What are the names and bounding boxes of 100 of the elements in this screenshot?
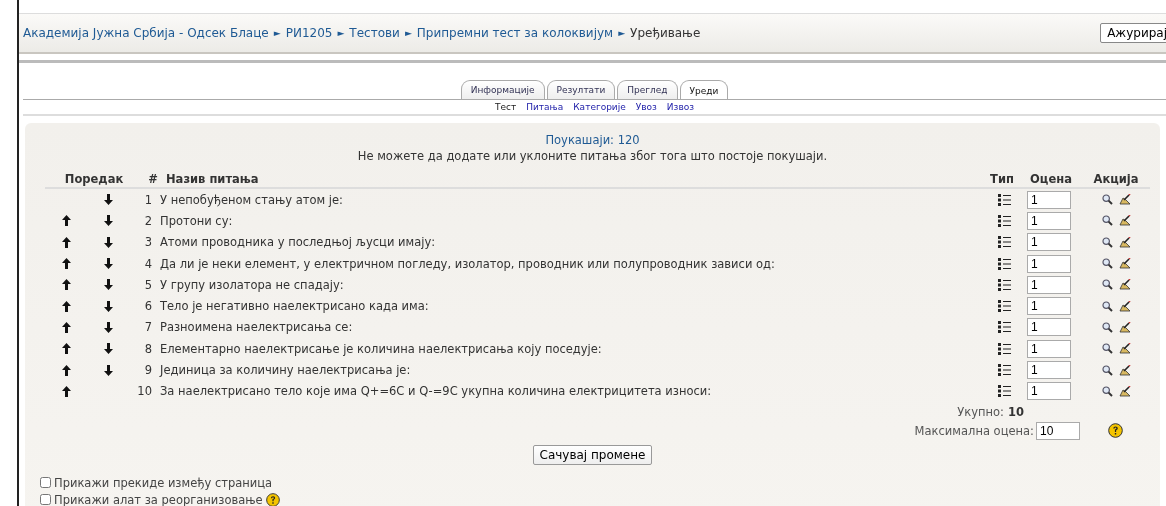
subtab[interactable]: Категорије	[573, 102, 626, 112]
search-icon[interactable]	[1101, 300, 1113, 312]
question-name: Атоми проводника у последњој љусци имају:	[160, 235, 436, 250]
search-icon[interactable]	[1101, 321, 1113, 333]
grade-input[interactable]: 1	[1027, 233, 1071, 252]
up-arrow-icon[interactable]	[62, 258, 71, 270]
breadcrumb-separator: ►	[273, 28, 281, 38]
question-name: Разноимена наелектрисања се:	[160, 320, 353, 335]
down-arrow-icon[interactable]	[103, 236, 113, 248]
question-name: Јединица за количину наелектрисања је:	[160, 363, 411, 377]
subtab[interactable]: Питања	[526, 102, 564, 112]
breadcrumb-link[interactable]: Припремни тест за колоквијум	[416, 26, 614, 40]
breadcrumb-separator: ►	[618, 28, 626, 38]
grade-input[interactable]: 1	[1027, 382, 1071, 401]
question-name: Да ли је неки елемент, у електричном погледу, изолатор, проводник или полупроводник зависи од:	[160, 256, 775, 271]
option-label: Прикажи алат за реорганизовање	[54, 492, 263, 506]
edit-icon[interactable]	[1118, 321, 1131, 333]
question-name: Елементарно наелектрисање је количина наелектрисања коју поседује:	[160, 341, 602, 356]
search-icon[interactable]	[1101, 364, 1113, 376]
breadcrumb-link[interactable]: Тестови	[349, 26, 400, 40]
question-name: За наелектрисано тело које има Q+=6C и Q-=9C укупна количина електрицитета износи:	[160, 384, 712, 399]
grade-input[interactable]: 1	[1027, 318, 1071, 337]
search-icon[interactable]	[1101, 279, 1113, 291]
edit-icon[interactable]	[1118, 300, 1131, 312]
edit-icon[interactable]	[1118, 258, 1131, 270]
help-icon[interactable]	[1107, 423, 1123, 439]
notice-text: Не можете да додате или уклоните питања због тога што постоје покушаји.	[357, 149, 828, 163]
search-icon[interactable]	[1101, 343, 1113, 355]
breadcrumb-link[interactable]: Академија Јужна Србија - Одсек Блаце	[23, 26, 269, 40]
search-icon[interactable]	[1101, 258, 1113, 270]
down-arrow-icon[interactable]	[103, 300, 113, 312]
list-icon	[997, 342, 1011, 355]
tab[interactable]: Информације	[460, 80, 545, 99]
total-value: 10	[1008, 404, 1025, 419]
edit-icon[interactable]	[1118, 194, 1131, 206]
grade-input[interactable]: 1	[1027, 275, 1071, 294]
up-arrow-icon[interactable]	[62, 236, 71, 248]
grade-input[interactable]: 1	[1027, 361, 1071, 379]
attempts-link[interactable]: Поукашаји: 120	[545, 133, 640, 147]
edit-icon[interactable]	[1118, 279, 1131, 291]
edit-icon[interactable]	[1118, 236, 1131, 248]
column-header: Назив питања	[166, 172, 260, 186]
column-header: Поредак	[63, 172, 125, 186]
tab[interactable]: Уреди	[679, 80, 729, 99]
breadcrumb-separator: ►	[404, 28, 412, 38]
subtab[interactable]: Увоз	[635, 102, 657, 112]
update-button[interactable]: Ажурирај	[1100, 23, 1166, 43]
up-arrow-icon[interactable]	[62, 364, 71, 376]
question-number: 2	[143, 213, 152, 228]
down-arrow-icon[interactable]	[103, 321, 113, 333]
subtab[interactable]: Извоз	[666, 102, 694, 112]
breadcrumb-link[interactable]: РИ1205	[285, 26, 333, 40]
breadcrumb-separator: ►	[337, 28, 345, 38]
edit-icon[interactable]	[1118, 364, 1131, 376]
grade-input[interactable]: 1	[1027, 211, 1071, 230]
help-icon[interactable]	[265, 492, 280, 506]
subtab[interactable]: Тест	[495, 102, 517, 112]
total-label: Укупно:	[957, 404, 1004, 419]
checkbox[interactable]	[40, 477, 51, 489]
question-name: У групу изолатора не спадају:	[160, 277, 344, 292]
tab[interactable]: Преглед	[617, 80, 678, 99]
down-arrow-icon[interactable]	[103, 343, 113, 355]
list-icon	[997, 364, 1011, 376]
question-number: 10	[136, 384, 152, 399]
edit-icon[interactable]	[1118, 343, 1131, 355]
up-arrow-icon[interactable]	[62, 300, 71, 312]
question-number: 7	[143, 320, 152, 335]
search-icon[interactable]	[1101, 215, 1113, 227]
up-arrow-icon[interactable]	[62, 321, 71, 333]
search-icon[interactable]	[1101, 194, 1113, 206]
down-arrow-icon[interactable]	[103, 364, 113, 376]
question-number: 9	[143, 363, 152, 377]
search-icon[interactable]	[1101, 236, 1113, 248]
breadcrumb-current: Уређивање	[630, 26, 701, 40]
list-icon	[997, 321, 1011, 334]
column-header: Оцена	[1029, 172, 1073, 186]
down-arrow-icon[interactable]	[103, 194, 113, 206]
grade-input[interactable]: 1	[1027, 339, 1071, 358]
up-arrow-icon[interactable]	[62, 215, 71, 227]
down-arrow-icon[interactable]	[103, 279, 113, 291]
question-number: 6	[143, 299, 152, 314]
save-button[interactable]: Сачувај промене	[532, 444, 653, 465]
list-icon	[997, 278, 1011, 291]
up-arrow-icon[interactable]	[62, 279, 71, 291]
column-header: Акција	[1092, 172, 1140, 186]
up-arrow-icon[interactable]	[62, 385, 71, 397]
question-number: 5	[143, 277, 152, 292]
question-number: 1	[143, 192, 152, 207]
edit-icon[interactable]	[1118, 215, 1131, 227]
grade-input[interactable]: 1	[1027, 190, 1071, 209]
down-arrow-icon[interactable]	[103, 215, 113, 227]
max-grade-input[interactable]: 10	[1036, 421, 1080, 440]
edit-icon[interactable]	[1118, 385, 1131, 397]
tab[interactable]: Резултати	[546, 80, 616, 99]
grade-input[interactable]: 1	[1027, 297, 1071, 316]
grade-input[interactable]: 1	[1027, 254, 1071, 273]
checkbox[interactable]	[40, 494, 51, 506]
up-arrow-icon[interactable]	[62, 343, 71, 355]
down-arrow-icon[interactable]	[103, 258, 113, 270]
search-icon[interactable]	[1101, 385, 1113, 397]
